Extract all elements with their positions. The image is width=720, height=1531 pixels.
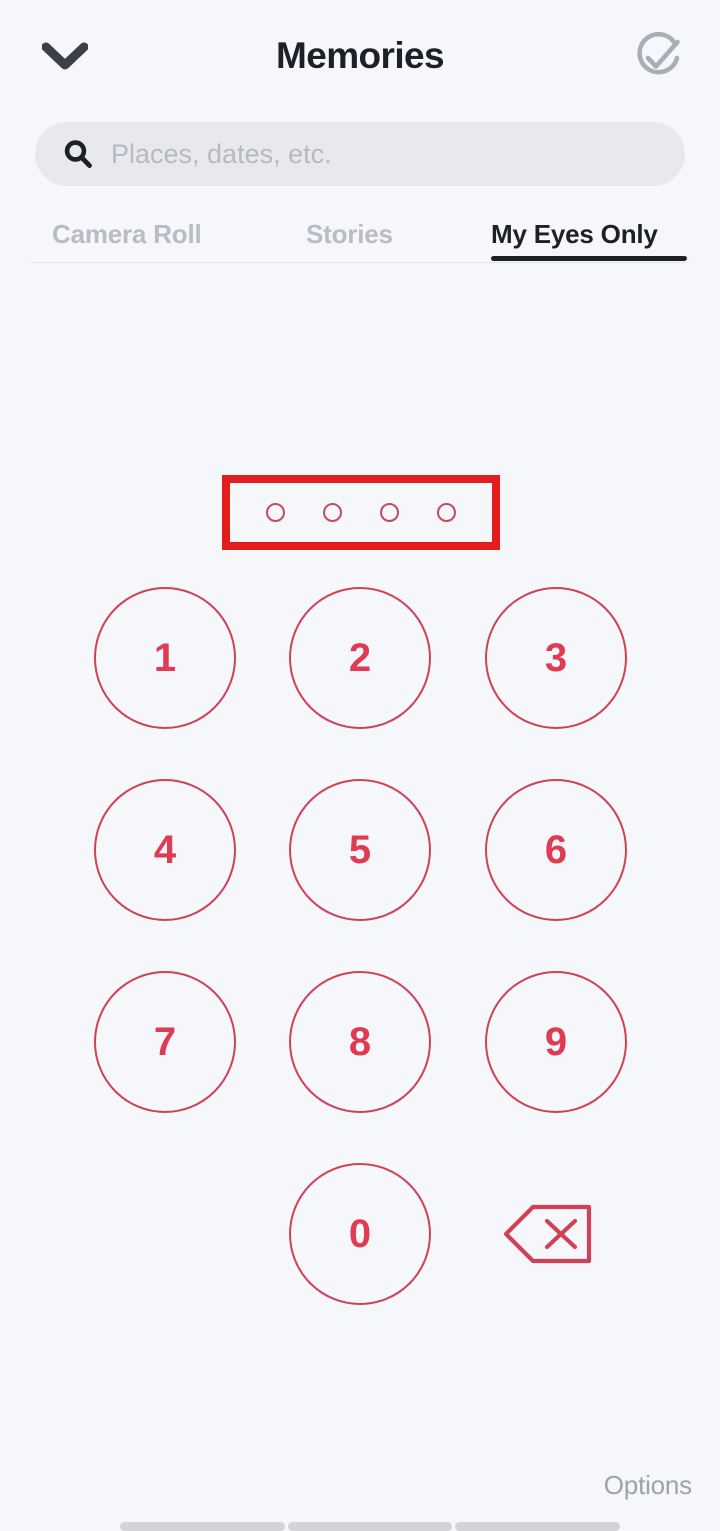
keypad-key-5[interactable]: 5 [289, 779, 431, 921]
tab-label: Stories [306, 218, 393, 249]
tab-my-eyes-only[interactable]: My Eyes Only [491, 206, 658, 262]
keypad-key-0[interactable]: 0 [289, 1163, 431, 1305]
check-circle-icon[interactable] [630, 30, 686, 86]
options-button[interactable]: Options [604, 1470, 692, 1501]
keypad-key-3[interactable]: 3 [485, 587, 627, 729]
tab-bar-divider [30, 262, 690, 263]
keypad-key-6[interactable]: 6 [485, 779, 627, 921]
home-indicator-segment [120, 1522, 285, 1531]
keypad-key-4[interactable]: 4 [94, 779, 236, 921]
header-bar: Memories [0, 0, 720, 112]
tab-label: Camera Roll [52, 218, 202, 249]
tab-label: My Eyes Only [491, 218, 658, 249]
keypad-key-8[interactable]: 8 [289, 971, 431, 1113]
passcode-dots-highlight [222, 475, 500, 550]
tab-camera-roll[interactable]: Camera Roll [52, 206, 202, 262]
keypad-key-2[interactable]: 2 [289, 587, 431, 729]
active-tab-underline [491, 256, 687, 261]
home-indicator [120, 1522, 621, 1531]
tab-stories[interactable]: Stories [306, 206, 393, 262]
home-indicator-segment [455, 1522, 621, 1531]
keypad-key-7[interactable]: 7 [94, 971, 236, 1113]
page-title: Memories [276, 35, 445, 76]
search-input[interactable] [111, 138, 665, 170]
keypad-key-1[interactable]: 1 [94, 587, 236, 729]
home-indicator-segment [287, 1522, 453, 1531]
keypad-key-9[interactable]: 9 [485, 971, 627, 1113]
search-bar[interactable] [35, 122, 685, 186]
memories-passcode-screen: Memories Camera Roll Stories My Eyes Onl… [0, 0, 720, 1531]
numeric-keypad: 1 2 3 4 5 6 7 8 9 0 [0, 560, 720, 1320]
backspace-delete-icon[interactable] [503, 1202, 593, 1266]
search-icon [61, 137, 95, 171]
tab-bar: Camera Roll Stories My Eyes Only [0, 206, 720, 262]
